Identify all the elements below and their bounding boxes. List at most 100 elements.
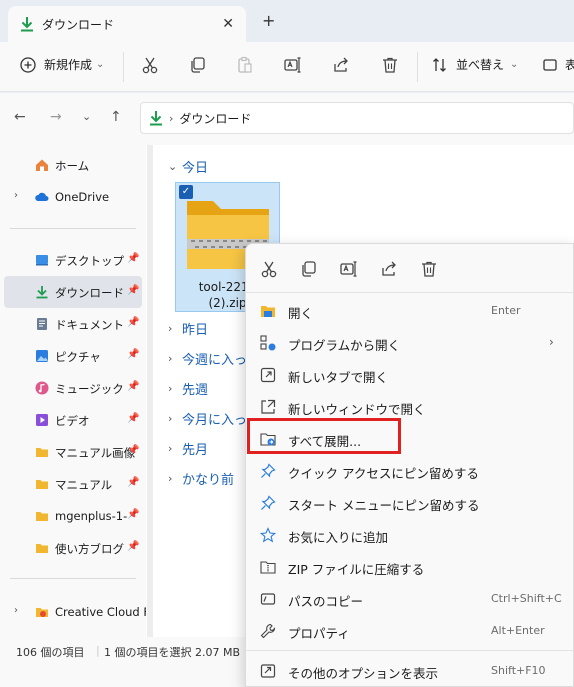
menu-item-label: ZIP ファイルに圧縮する bbox=[288, 562, 425, 577]
paste-icon bbox=[238, 56, 252, 73]
selection-info: 1 個の項目を選択 2.07 MB bbox=[104, 646, 241, 659]
chevron-down-icon: ⌄ bbox=[96, 59, 105, 70]
share-icon[interactable] bbox=[380, 260, 398, 278]
cloud-icon bbox=[35, 192, 49, 201]
pin-icon: 📌 bbox=[127, 349, 140, 360]
vertical-scrollbar[interactable] bbox=[147, 145, 153, 637]
more-options-icon bbox=[260, 664, 276, 678]
paste-button[interactable] bbox=[236, 56, 254, 74]
menu-separator bbox=[246, 292, 574, 293]
group-header-last-week[interactable]: › 先週 bbox=[168, 379, 208, 398]
chevron-right-icon: › bbox=[168, 352, 173, 365]
sort-button[interactable]: 並べ替え ⌄ bbox=[432, 56, 518, 73]
recent-locations-button[interactable]: ⌄ bbox=[82, 110, 91, 123]
menu-item-pin-quick-access[interactable]: クイック アクセスにピン留めする bbox=[246, 455, 574, 487]
chevron-right-icon: › bbox=[168, 412, 173, 425]
sidebar-item-creative-cloud[interactable]: › Creative Cloud F bbox=[0, 596, 150, 628]
status-divider: | bbox=[96, 644, 100, 657]
group-header-today[interactable]: ⌄ 今日 bbox=[168, 157, 208, 176]
trash-icon[interactable] bbox=[420, 260, 438, 278]
menu-item-add-favorites[interactable]: お気に入りに追加 bbox=[246, 519, 574, 551]
rename-icon[interactable] bbox=[340, 260, 358, 278]
desktop-icon bbox=[36, 255, 48, 266]
sidebar-item-videos[interactable]: ビデオ 📌 bbox=[0, 404, 146, 436]
sidebar-item-desktop[interactable]: デスクトップ 📌 bbox=[0, 244, 146, 276]
group-header-yesterday[interactable]: › 昨日 bbox=[168, 319, 208, 338]
sidebar-item-label: 使い方ブログ bbox=[55, 542, 124, 556]
sidebar-item-label: ミュージック bbox=[55, 382, 124, 396]
sidebar-item-downloads[interactable]: ダウンロード 📌 bbox=[4, 276, 142, 308]
group-header-this-month[interactable]: › 今月に入っ bbox=[168, 409, 247, 428]
scissors-icon bbox=[142, 57, 158, 74]
sidebar-item-label: ダウンロード bbox=[55, 286, 124, 300]
delete-button[interactable] bbox=[381, 56, 399, 74]
menu-item-open[interactable]: 開く Enter bbox=[246, 295, 574, 327]
sort-label: 並べ替え bbox=[456, 58, 505, 72]
group-header-long-ago[interactable]: › かなり前 bbox=[168, 469, 234, 488]
tab-downloads[interactable]: ダウンロード ✕ bbox=[8, 6, 246, 42]
sidebar-item-folder-manual[interactable]: マニュアル 📌 bbox=[0, 468, 146, 500]
folder-icon bbox=[36, 512, 48, 521]
chevron-right-icon: › bbox=[168, 472, 173, 485]
menu-item-more-options[interactable]: その他のオプションを表示 Shift+F10 bbox=[246, 655, 574, 687]
copy-icon[interactable] bbox=[300, 260, 318, 278]
address-bar[interactable]: › ダウンロード bbox=[140, 102, 574, 134]
group-label: 先週 bbox=[182, 383, 209, 398]
menu-item-label: その他のオプションを表示 bbox=[288, 666, 439, 681]
sidebar-item-folder-manual-images[interactable]: マニュアル画像 📌 bbox=[0, 436, 146, 468]
group-label: かなり前 bbox=[182, 473, 235, 488]
sidebar-item-label: デスクトップ bbox=[55, 254, 124, 268]
copy-button[interactable] bbox=[189, 56, 207, 74]
sidebar-item-label: ピクチャ bbox=[55, 350, 101, 364]
up-button[interactable]: ↑ bbox=[110, 109, 122, 125]
sidebar-item-home[interactable]: ホーム bbox=[0, 149, 146, 181]
menu-item-copy-path[interactable]: パスのコピー Ctrl+Shift+C bbox=[246, 583, 574, 615]
back-button[interactable]: ← bbox=[14, 109, 26, 125]
new-tab-button[interactable]: + bbox=[262, 11, 275, 30]
open-folder-icon bbox=[261, 306, 275, 317]
group-header-last-month[interactable]: › 先月 bbox=[168, 439, 208, 458]
expand-chevron-icon[interactable]: › bbox=[14, 605, 18, 616]
sidebar-item-pictures[interactable]: ピクチャ 📌 bbox=[0, 340, 146, 372]
chevron-right-icon: › bbox=[168, 322, 173, 335]
menu-item-open-with[interactable]: プログラムから開く › bbox=[246, 327, 574, 359]
view-label: 表 bbox=[565, 58, 574, 72]
home-icon bbox=[36, 159, 48, 171]
menu-item-label: スタート メニューにピン留めする bbox=[288, 498, 480, 513]
menu-item-compress-zip[interactable]: ZIP ファイルに圧縮する bbox=[246, 551, 574, 583]
scissors-icon[interactable] bbox=[260, 260, 278, 278]
group-header-this-week[interactable]: › 今週に入っ bbox=[168, 349, 247, 368]
sidebar-item-label: マニュアル画像 bbox=[55, 446, 136, 460]
folder-icon bbox=[36, 448, 48, 457]
forward-button[interactable]: → bbox=[50, 109, 62, 125]
menu-item-label: 新しいタブで開く bbox=[288, 370, 389, 385]
cut-button[interactable] bbox=[141, 56, 159, 74]
folder-icon bbox=[36, 544, 48, 553]
annotation-highlight-box bbox=[247, 418, 401, 454]
sidebar-item-onedrive[interactable]: › OneDrive bbox=[0, 181, 146, 213]
sidebar-item-music[interactable]: ミュージック 📌 bbox=[0, 372, 146, 404]
breadcrumb-separator[interactable]: › bbox=[169, 112, 173, 125]
new-label: 新規作成 bbox=[44, 58, 93, 72]
close-tab-icon[interactable]: ✕ bbox=[222, 16, 234, 32]
breadcrumb-downloads[interactable]: ダウンロード bbox=[179, 110, 251, 127]
zip-icon bbox=[260, 561, 276, 574]
sidebar-item-folder-usage-blog[interactable]: 使い方ブログ 📌 bbox=[0, 532, 146, 564]
group-label: 今日 bbox=[182, 161, 209, 176]
menu-item-properties[interactable]: プロパティ Alt+Enter bbox=[246, 615, 574, 647]
new-plus-icon bbox=[20, 56, 36, 73]
view-button[interactable]: 表 bbox=[543, 56, 574, 73]
share-button[interactable] bbox=[332, 56, 350, 74]
rename-button[interactable] bbox=[284, 56, 302, 74]
sidebar-item-folder-mgenplus[interactable]: mgenplus-1- 📌 bbox=[0, 500, 146, 532]
download-icon bbox=[36, 286, 48, 299]
menu-item-pin-start[interactable]: スタート メニューにピン留めする bbox=[246, 487, 574, 519]
open-with-icon bbox=[260, 335, 276, 351]
sidebar-item-documents[interactable]: ドキュメント 📌 bbox=[0, 308, 146, 340]
new-button[interactable]: 新規作成 ⌄ bbox=[20, 56, 104, 73]
new-window-icon bbox=[261, 399, 276, 414]
pin-icon: 📌 bbox=[127, 509, 140, 520]
menu-item-open-new-tab[interactable]: 新しいタブで開く bbox=[246, 359, 574, 391]
shortcut-label: Enter bbox=[491, 304, 521, 317]
expand-chevron-icon[interactable]: › bbox=[14, 190, 18, 201]
